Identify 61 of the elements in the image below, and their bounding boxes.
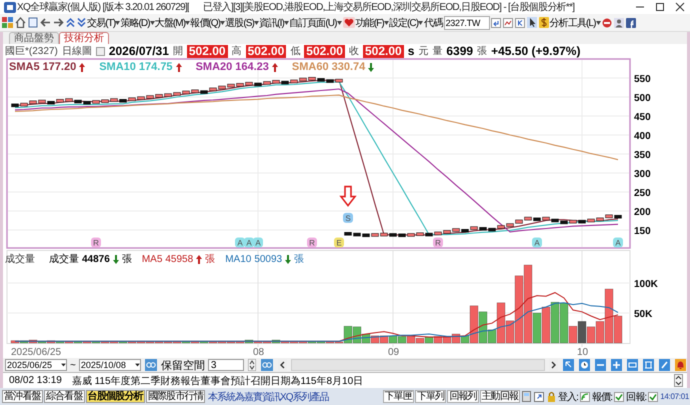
indicator-label: 回報: [626,390,646,404]
axis-label: 200 [634,207,651,218]
chart-kind: 日線圖 [62,45,92,58]
window-title: 已登入][3][美股EOD,港股EOD,上海交易所EOD,深圳交易所EOD,日股EOD] - [台股個股分析**] [203,0,574,14]
code-label: 代碼 [424,16,443,30]
legend-value: 177.20 [42,61,76,73]
reserve-label: 保留空間 [160,358,205,372]
legend-value: 45958 [165,254,194,264]
price-label: 低 [290,45,300,58]
legend-value: 174.75 [138,61,173,73]
axis-label: 500 [634,93,651,104]
legend-label: MA10 [225,254,252,264]
axis-label: 50K [634,309,652,320]
price-value: 502.00 [246,44,286,58]
price-value: 502.00 [304,44,345,58]
clock-time: 14:07:01 [660,392,689,401]
legend-value: 330.74 [332,61,366,73]
quote-date: 2026/07/31 [108,44,169,58]
unit-label: 元 [418,45,428,58]
panel-title: 成交量 [5,252,35,266]
unit-label: 張 [477,45,488,58]
axis-label: 450 [634,112,651,123]
unit-label: 張 [205,253,216,266]
axis-label: 2025/06/25 [11,347,62,358]
unit-label: 張 [294,253,304,266]
price-label: 收 [348,45,359,58]
axis-label: 08 [253,347,264,358]
price-label: 開 [172,45,183,58]
axis-label: 10 [577,347,588,358]
legend-value: 164.23 [235,61,269,73]
axis-label: 150 [634,226,651,237]
legend-label: 成交量 [49,252,79,266]
axis-label: 09 [388,347,400,358]
legend-value: 44876 [82,254,110,264]
axis-label: 550 [634,74,651,85]
legend-label: MA5 [142,254,162,264]
legend-label: SMA20 [196,61,232,73]
unit-label: 張 [122,253,132,266]
axis-label: 350 [634,150,651,161]
axis-label: 400 [634,131,651,142]
window-title: XQ全球贏家(個人版) [版本 3.20.01 260729][ [17,0,190,14]
axis-label: 300 [634,169,651,180]
price-value: 502.00 [186,44,228,58]
indicator-label: 登入: [558,390,578,404]
volume-value: 6399 [446,44,474,58]
price-value: 502.00 [362,44,404,58]
axis-label: 100K [634,279,658,290]
legend-label: SMA5 [9,61,40,73]
range-separator: ~ [70,360,76,370]
legend-label: SMA10 [99,61,136,73]
news-time: 08/02 13:19 [9,375,62,386]
price-label: 高 [232,44,242,58]
change-value: +45.50 (+9.97%) [491,44,580,58]
axis-label: 250 [634,188,651,199]
legend-label: SMA60 [292,61,329,73]
volume-label: 量 [432,45,442,58]
legend-value: 50093 [254,254,282,264]
indicator-label: 報價: [592,390,612,404]
flag-text: s [408,44,414,58]
notice-text: 本系統為嘉實資訊XQ系列產品 [208,390,328,404]
stock-name: 國巨*(2327) [5,45,58,58]
